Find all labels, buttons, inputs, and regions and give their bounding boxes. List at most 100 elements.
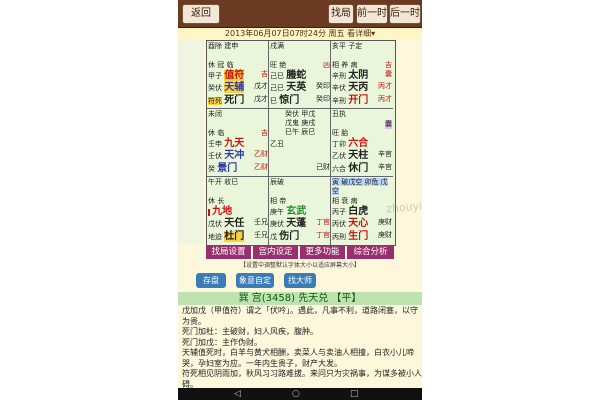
cell-door: 景门: [217, 163, 238, 174]
palace-cell-3[interactable]: 亥平 子定 相 养 病 吉 辛刑 太阴 囊 辛伏 天丙 丙才 辛刑 开门 丙才: [331, 41, 393, 109]
cell-relation: 乙财: [254, 150, 268, 158]
palace-cell-9[interactable]: 寅 破戊空 卯危 戊空 相 衰 病 丙子 白虎 丙伏 天心 庚财 丙刑 生门 庚…: [331, 177, 393, 245]
desc-line: 死门加杜：主破财，妇人风疾，腹肿。: [182, 327, 318, 336]
desc-line: 死门加戊：主作伪财。: [182, 337, 262, 347]
cell-status: 旺 胎: [332, 129, 349, 137]
recent-apps-icon[interactable]: □: [350, 389, 359, 399]
cell-stem: 壬伏: [208, 152, 222, 160]
interpretation-text: 戊加戊（甲值符）谓之「伏吟」。遇此，凡事不利，道路闭塞，以守 为贵。 死门加杜：…: [182, 306, 422, 390]
palace-cell-center[interactable]: 癸伏 甲戊 戊鬼 庚戌 巳午 辰巳 乙丑 己财: [269, 109, 331, 177]
cell-stem: 辛刑: [332, 72, 346, 80]
cell-deity: 六合: [348, 138, 369, 149]
settings-note: 【设置中调整默认字体大小以适应屏幕大小】: [239, 262, 360, 269]
back-nav-icon[interactable]: ◁: [234, 389, 241, 399]
cell-stem: 乙伏: [332, 152, 346, 160]
desc-line: 符死相见阴雨加，秋风习习路难拔。来问只为灾祸事，为谋多被小人: [182, 369, 422, 378]
function-menu: 找局设置 宫内设定 更多功能 综合分析: [206, 246, 394, 259]
cell-relation: 乙财: [254, 163, 268, 171]
cell-door: 惊门: [279, 95, 300, 106]
cell-deity: 螣蛇: [286, 70, 307, 81]
find-button[interactable]: 找局: [328, 4, 354, 24]
cell-mark: 吉: [261, 129, 268, 137]
cell-status: 相 帝: [270, 197, 287, 205]
save-button[interactable]: 存盘: [196, 273, 226, 288]
cell-mark: 凶: [323, 61, 330, 69]
cell-deity: 白虎: [348, 206, 369, 217]
cell-relation: 辛官: [378, 150, 392, 158]
cell-stem: 己巳: [270, 72, 284, 80]
cell-flag: [208, 209, 210, 216]
cell-deity: 值符: [224, 70, 245, 81]
cell-deity: 太阴: [348, 70, 369, 81]
cell-header: 午开 收巳: [208, 178, 239, 186]
cell-stem: 六合: [332, 165, 346, 173]
more-functions-button[interactable]: 更多功能: [300, 246, 345, 259]
cell-status: 休 长: [208, 197, 225, 205]
cell-stem: 庚午: [270, 208, 284, 216]
palace-cell-7[interactable]: 午开 收巳 休 长 九地 戊伏 天任 壬兄 地迫 杜门 壬兄: [207, 177, 269, 245]
palace-cell-1[interactable]: 酉除 建申 休 冠 临 甲子 值符 吉 癸伏 天辅 戊才 符死 死门 戊才: [207, 41, 269, 109]
cell-door: 杜门: [224, 231, 245, 242]
cell-relation: 庚财: [378, 218, 392, 226]
desc-line: 戊加戊（甲值符）谓之「伏吟」。遇此，凡事不利，道路闭塞，以守: [182, 306, 418, 315]
cell-stem: 巳: [270, 97, 277, 105]
prev-hour-button[interactable]: 前一时: [356, 4, 388, 24]
cell-relation: 癸印: [316, 82, 330, 90]
cell-status: 相 养 病: [332, 61, 358, 69]
cell-stem: 庚伏: [270, 220, 284, 228]
cell-stem: 辛刑: [332, 97, 346, 105]
cell-door: 伤门: [279, 231, 300, 242]
back-button[interactable]: 返回: [182, 4, 220, 24]
cell-status: 旺 绝: [270, 61, 287, 69]
cell-relation: 丙才: [378, 82, 392, 90]
action-row: 存盘 象意自定 找大师: [178, 272, 422, 290]
cell-stem: 戊: [270, 233, 277, 241]
cell-relation: 戊才: [254, 95, 268, 103]
home-nav-icon[interactable]: ○: [292, 389, 300, 399]
cell-relation: 壬兄: [254, 231, 268, 239]
cell-relation: 戊才: [254, 82, 268, 90]
cell-star: 天任: [224, 218, 245, 229]
center-line-2: 巳午 辰巳: [285, 128, 316, 136]
cell-stem: 壬申: [208, 140, 222, 148]
cell-star: 天心: [348, 218, 369, 229]
cell-header: 酉除 建申: [208, 42, 239, 50]
cell-stem: 乙丑: [270, 140, 284, 148]
cell-header: 辰破: [270, 178, 284, 186]
cell-stem: 丙伏: [332, 220, 346, 228]
center-header: 癸伏 甲戊: [285, 110, 316, 118]
find-settings-button[interactable]: 找局设置: [206, 246, 251, 259]
cell-star: 天辅: [224, 82, 245, 93]
cell-stem: 甲子: [208, 72, 222, 80]
cell-header: 亥平 子定: [332, 42, 363, 50]
palace-cell-8[interactable]: 辰破 相 帝 庚午 玄武 庚伏 天蓬 丁官 戊 伤门 丁官: [269, 177, 331, 245]
cell-stem: 戊伏: [208, 220, 222, 228]
desc-line: 天辅值死时，白羊与黄犬相酬，卖菜人与卖油人相撞，白衣小儿啼: [182, 348, 414, 357]
cell-deity: 玄武: [286, 206, 307, 217]
palace-cell-6[interactable]: 丑执 囊 旺 胎 丁卯 六合 乙伏 天柱 辛官 六合 休门 辛官: [331, 109, 393, 177]
cell-stem: 癸: [208, 165, 215, 173]
cell-deity: 九天: [224, 138, 245, 149]
cell-stem: 辛伏: [332, 84, 346, 92]
palace-cell-2[interactable]: 戌满 旺 绝 凶 己巳 螣蛇 己巳 天英 癸印 巳 惊门 癸印: [269, 41, 331, 109]
palace-settings-button[interactable]: 宫内设定: [253, 246, 298, 259]
cell-stem: 符死: [208, 97, 222, 105]
palace-cell-4[interactable]: 未闭 休 临 吉 壬申 九天 壬伏 天冲 乙财 癸 景门 乙财: [207, 109, 269, 177]
cell-star: 天蓬: [286, 218, 307, 229]
find-master-button[interactable]: 找大师: [284, 273, 316, 288]
qimen-chart-grid: 酉除 建申 休 冠 临 甲子 值符 吉 癸伏 天辅 戊才 符死 死门 戊才 戌满…: [206, 40, 396, 246]
cell-header: 戌满: [270, 42, 284, 50]
cell-relation: 庚财: [378, 231, 392, 239]
top-toolbar: 返回 找局 前一时 后一时: [178, 0, 422, 28]
cell-deity: 九地: [212, 206, 233, 217]
cell-star: 天英: [286, 82, 307, 93]
analysis-button[interactable]: 综合分析: [347, 246, 394, 259]
cell-relation: 丁官: [316, 231, 330, 239]
custom-meaning-button[interactable]: 象意自定: [236, 273, 274, 288]
date-bar[interactable]: 2013年06月07日07时24分 周五 看详细▾: [178, 28, 422, 39]
phone-screen: 返回 找局 前一时 后一时 2013年06月07日07时24分 周五 看详细▾ …: [178, 0, 422, 400]
next-hour-button[interactable]: 后一时: [389, 4, 421, 24]
center-line-1: 戊鬼 庚戌: [285, 119, 316, 127]
cell-mark: 囊: [385, 70, 392, 78]
left-gutter: [178, 40, 204, 244]
